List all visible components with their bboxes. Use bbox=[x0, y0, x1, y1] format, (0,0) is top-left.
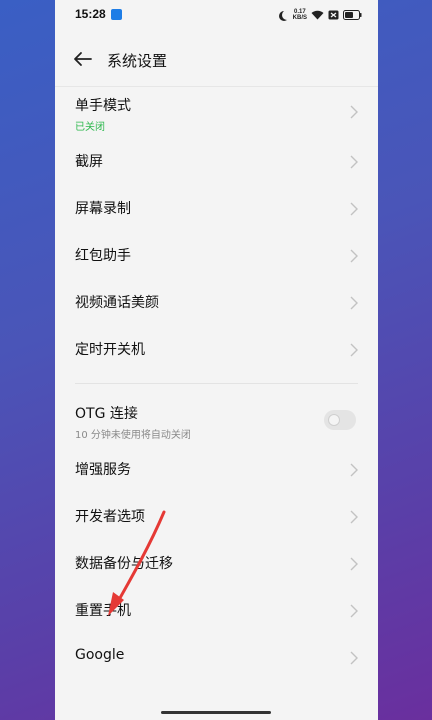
setting-screen-recording[interactable]: 屏幕录制 bbox=[55, 185, 378, 232]
chevron-right-icon bbox=[350, 557, 358, 570]
item-title: Google bbox=[75, 647, 125, 663]
back-arrow-icon bbox=[74, 52, 92, 66]
item-status: 已关闭 bbox=[75, 122, 105, 133]
otg-toggle[interactable] bbox=[324, 410, 356, 430]
net-speed: 0.17 KB/S bbox=[293, 9, 307, 21]
setting-data-backup-migration[interactable]: 数据备份与迁移 bbox=[55, 540, 378, 587]
item-title: 视频通话美颜 bbox=[75, 295, 159, 311]
setting-video-call-beauty[interactable]: 视频通话美颜 bbox=[55, 279, 378, 326]
wifi-icon bbox=[311, 10, 324, 20]
battery-icon bbox=[343, 10, 362, 20]
setting-one-hand-mode[interactable]: 单手模式 已关闭 bbox=[55, 86, 378, 138]
chevron-right-icon bbox=[350, 463, 358, 476]
setting-scheduled-power[interactable]: 定时开关机 bbox=[55, 326, 378, 373]
status-time: 15:28 bbox=[75, 7, 106, 21]
status-right-icons: 0.17 KB/S bbox=[279, 8, 362, 22]
setting-developer-options[interactable]: 开发者选项 bbox=[55, 493, 378, 540]
item-title: 红包助手 bbox=[75, 248, 131, 264]
chevron-right-icon bbox=[350, 105, 358, 119]
setting-enhanced-services[interactable]: 增强服务 bbox=[55, 446, 378, 493]
net-speed-unit: KB/S bbox=[292, 15, 307, 21]
phone-screen: 15:28 0.17 KB/S 系统设置 单手模式 已关闭 截屏 屏幕录制 红包… bbox=[55, 0, 378, 720]
item-title: OTG 连接 bbox=[75, 406, 138, 422]
moon-icon bbox=[282, 10, 292, 20]
setting-otg-connection[interactable]: OTG 连接 10 分钟未使用将自动关闭 bbox=[55, 394, 378, 446]
home-indicator[interactable] bbox=[161, 711, 271, 714]
chevron-right-icon bbox=[350, 155, 358, 168]
status-bar: 15:28 0.17 KB/S bbox=[55, 0, 378, 30]
chevron-right-icon bbox=[350, 604, 358, 617]
item-title: 屏幕录制 bbox=[75, 201, 131, 217]
back-button[interactable] bbox=[71, 47, 95, 71]
item-title: 增强服务 bbox=[75, 462, 131, 478]
chevron-right-icon bbox=[350, 343, 358, 356]
setting-screenshot[interactable]: 截屏 bbox=[55, 138, 378, 185]
item-title: 定时开关机 bbox=[75, 342, 145, 358]
item-title: 单手模式 bbox=[75, 98, 131, 114]
item-subtitle: 10 分钟未使用将自动关闭 bbox=[75, 430, 191, 441]
setting-red-packet-assistant[interactable]: 红包助手 bbox=[55, 232, 378, 279]
header-bar: 系统设置 bbox=[55, 30, 378, 87]
item-title: 数据备份与迁移 bbox=[75, 556, 173, 572]
item-title: 开发者选项 bbox=[75, 509, 145, 525]
item-title: 重置手机 bbox=[75, 603, 131, 619]
settings-list: 单手模式 已关闭 截屏 屏幕录制 红包助手 视频通话美颜 定时开关机 OTG 连… bbox=[55, 86, 378, 681]
section-divider bbox=[75, 383, 358, 384]
item-title: 截屏 bbox=[75, 154, 103, 170]
chevron-right-icon bbox=[350, 202, 358, 215]
setting-reset-phone[interactable]: 重置手机 bbox=[55, 587, 378, 634]
setting-google[interactable]: Google bbox=[55, 634, 378, 681]
page-title: 系统设置 bbox=[107, 52, 168, 70]
chevron-right-icon bbox=[350, 510, 358, 523]
notification-app-icon bbox=[111, 9, 122, 20]
chevron-right-icon bbox=[350, 296, 358, 309]
toggle-knob bbox=[328, 414, 340, 426]
chevron-right-icon bbox=[350, 249, 358, 262]
sim-icon bbox=[328, 10, 339, 20]
chevron-right-icon bbox=[350, 651, 358, 664]
